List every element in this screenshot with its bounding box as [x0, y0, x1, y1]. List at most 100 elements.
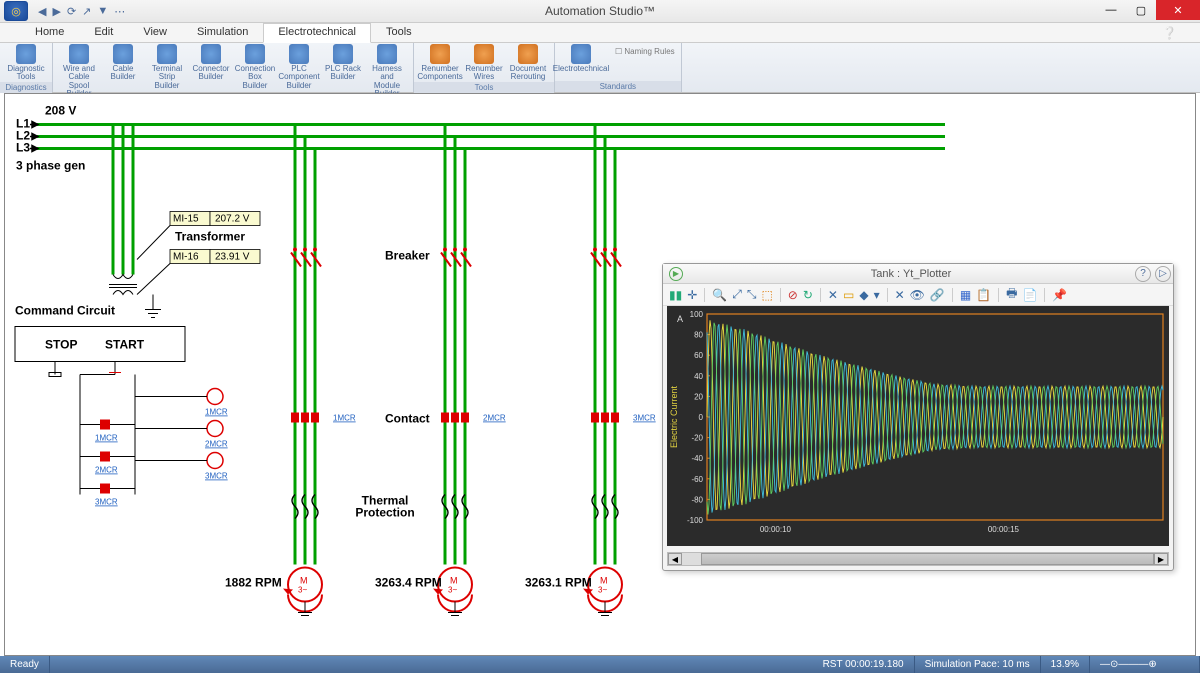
dropdown-icon[interactable]: ▾	[874, 288, 880, 302]
svg-text:1882 RPM: 1882 RPM	[225, 576, 282, 590]
ribbon-btn-plc-component[interactable]: PLC ComponentBuilder	[279, 44, 319, 99]
qat-btn-3[interactable]: ↗	[82, 5, 91, 18]
plotter-next-icon[interactable]: ▷	[1155, 266, 1171, 282]
qat-btn-1[interactable]: ▶	[52, 5, 60, 18]
plotter-run-icon[interactable]: ▶	[669, 267, 683, 281]
del2-icon[interactable]: ✕	[895, 288, 905, 302]
app-logo[interactable]: ◎	[4, 1, 28, 21]
ribbon-btn-plc-rack[interactable]: PLC RackBuilder	[323, 44, 363, 99]
ribbon-tabs: HomeEditViewSimulationElectrotechnicalTo…	[0, 23, 1200, 43]
voltage-label: 208 V	[45, 104, 76, 118]
pin-icon[interactable]: 📌	[1052, 288, 1067, 302]
svg-text:Breaker: Breaker	[385, 249, 430, 263]
tab-simulation[interactable]: Simulation	[182, 23, 263, 42]
status-pct: 13.9%	[1041, 656, 1090, 673]
qat-btn-5[interactable]: ⋯	[114, 5, 125, 18]
export-icon[interactable]: 📄	[1022, 288, 1037, 302]
maximize-button[interactable]: ▢	[1126, 0, 1156, 20]
tab-home[interactable]: Home	[20, 23, 79, 42]
ribbon-icon	[113, 44, 133, 64]
scroll-thumb[interactable]	[701, 553, 1154, 565]
svg-text:M: M	[600, 576, 608, 586]
zoom-slider[interactable]: —⊙———⊕	[1090, 656, 1200, 673]
svg-text:1MCR: 1MCR	[205, 408, 228, 417]
svg-text:-60: -60	[691, 475, 703, 484]
delete-icon[interactable]: ✕	[828, 288, 838, 302]
pause-icon[interactable]: ▮▮	[669, 288, 682, 302]
grid-icon[interactable]: ▦	[960, 288, 971, 302]
cursor-icon[interactable]: ✛	[687, 288, 697, 302]
status-pace: Simulation Pace: 10 ms	[915, 656, 1041, 673]
ribbon-icon	[430, 44, 450, 64]
ribbon-btn-harness-and[interactable]: Harness andModule Builder	[367, 44, 407, 99]
ribbon-btn-connection[interactable]: ConnectionBox Builder	[235, 44, 275, 99]
svg-text:00:00:10: 00:00:10	[760, 525, 792, 534]
zoom-sel-icon[interactable]: ⬚	[761, 288, 772, 302]
status-bar: Ready RST 00:00:19.180 Simulation Pace: …	[0, 656, 1200, 673]
svg-text:2MCR: 2MCR	[483, 414, 506, 423]
ribbon-group-standards: Electrotechnical ☐ Naming Rules Standards	[555, 43, 682, 92]
ribbon-icon	[69, 44, 89, 64]
scroll-right-icon[interactable]: ▶	[1154, 553, 1168, 565]
tab-tools[interactable]: Tools	[371, 23, 427, 42]
tab-view[interactable]: View	[128, 23, 182, 42]
ribbon-btn-wire-and-cable[interactable]: Wire and CableSpool Builder	[59, 44, 99, 99]
ribbon-group-caption: Tools	[414, 82, 554, 93]
svg-text:1MCR: 1MCR	[95, 434, 118, 443]
naming-rules-checkbox[interactable]: ☐ Naming Rules	[615, 47, 675, 56]
svg-text:3MCR: 3MCR	[633, 414, 656, 423]
svg-text:2MCR: 2MCR	[95, 466, 118, 475]
svg-text:L3: L3	[16, 141, 30, 155]
ribbon-icon	[201, 44, 221, 64]
scroll-left-icon[interactable]: ◀	[668, 553, 682, 565]
qat-btn-0[interactable]: ◀	[38, 5, 46, 18]
minimize-button[interactable]: —	[1096, 0, 1126, 20]
ribbon-btn-electrotechnical[interactable]: Electrotechnical	[561, 44, 601, 73]
svg-text:START: START	[105, 338, 145, 352]
ribbon-btn-connector[interactable]: ConnectorBuilder	[191, 44, 231, 99]
plotter-scrollbar[interactable]: ◀ ▶	[667, 552, 1169, 566]
tab-edit[interactable]: Edit	[79, 23, 128, 42]
plotter-help-icon[interactable]: ?	[1135, 266, 1151, 282]
zoom-fit-icon[interactable]: ⤡	[747, 287, 757, 302]
reset-icon[interactable]: ⊘	[788, 288, 798, 302]
svg-text:3MCR: 3MCR	[205, 472, 228, 481]
copy-icon[interactable]: 📋	[976, 288, 991, 302]
svg-text:60: 60	[694, 351, 703, 360]
svg-text:-100: -100	[687, 516, 704, 525]
ribbon-btn-terminal[interactable]: TerminalStrip Builder	[147, 44, 187, 99]
svg-text:40: 40	[694, 372, 703, 381]
plotter-window[interactable]: ▶ Tank : Yt_Plotter ? ▷ ▮▮ ✛ 🔍 ⤢ ⤡ ⬚ ⊘ ↻…	[662, 263, 1174, 571]
refresh-icon[interactable]: ↻	[803, 288, 813, 302]
view-icon[interactable]: 👁	[910, 288, 925, 302]
lock-icon[interactable]: 🔗	[930, 288, 945, 302]
svg-text:-80: -80	[691, 495, 703, 504]
svg-text:3263.4 RPM: 3263.4 RPM	[375, 576, 442, 590]
ribbon-icon	[518, 44, 538, 64]
tab-electrotechnical[interactable]: Electrotechnical	[263, 23, 371, 43]
quick-access-toolbar: ◀ ▶ ⟳ ↗ ▼ ⋯	[38, 5, 125, 18]
help-icon[interactable]: ❔	[1147, 23, 1192, 42]
svg-text:Transformer: Transformer	[175, 230, 245, 244]
ribbon-btn-document[interactable]: DocumentRerouting	[508, 44, 548, 82]
status-rst: RST 00:00:19.180	[813, 656, 915, 673]
new-icon[interactable]: ▭	[843, 288, 854, 302]
window-title: Automation Studio™	[545, 4, 655, 18]
ribbon-btn-renumber[interactable]: RenumberWires	[464, 44, 504, 82]
ribbon-btn-renumber[interactable]: RenumberComponents	[420, 44, 460, 82]
ribbon-btn-diagnostic[interactable]: DiagnosticTools	[6, 44, 46, 82]
plotter-plot-area[interactable]: 100806040200-20-40-60-80-100AElectric Cu…	[667, 306, 1169, 546]
zoom-x-icon[interactable]: ⤢	[732, 287, 742, 302]
zoom-icon[interactable]: 🔍	[712, 288, 727, 302]
print-icon[interactable]: 🖶	[1006, 284, 1017, 305]
close-button[interactable]: ✕	[1156, 0, 1200, 20]
ribbon-icon	[157, 44, 177, 64]
ribbon-btn-cable[interactable]: CableBuilder	[103, 44, 143, 99]
svg-text:20: 20	[694, 392, 703, 401]
plotter-titlebar[interactable]: ▶ Tank : Yt_Plotter ? ▷	[663, 264, 1173, 284]
qat-btn-2[interactable]: ⟳	[67, 5, 76, 18]
ribbon-group-caption: Standards	[555, 81, 681, 92]
series-icon[interactable]: ◆	[859, 288, 868, 302]
svg-text:1MCR: 1MCR	[333, 414, 356, 423]
qat-btn-4[interactable]: ▼	[97, 5, 108, 18]
